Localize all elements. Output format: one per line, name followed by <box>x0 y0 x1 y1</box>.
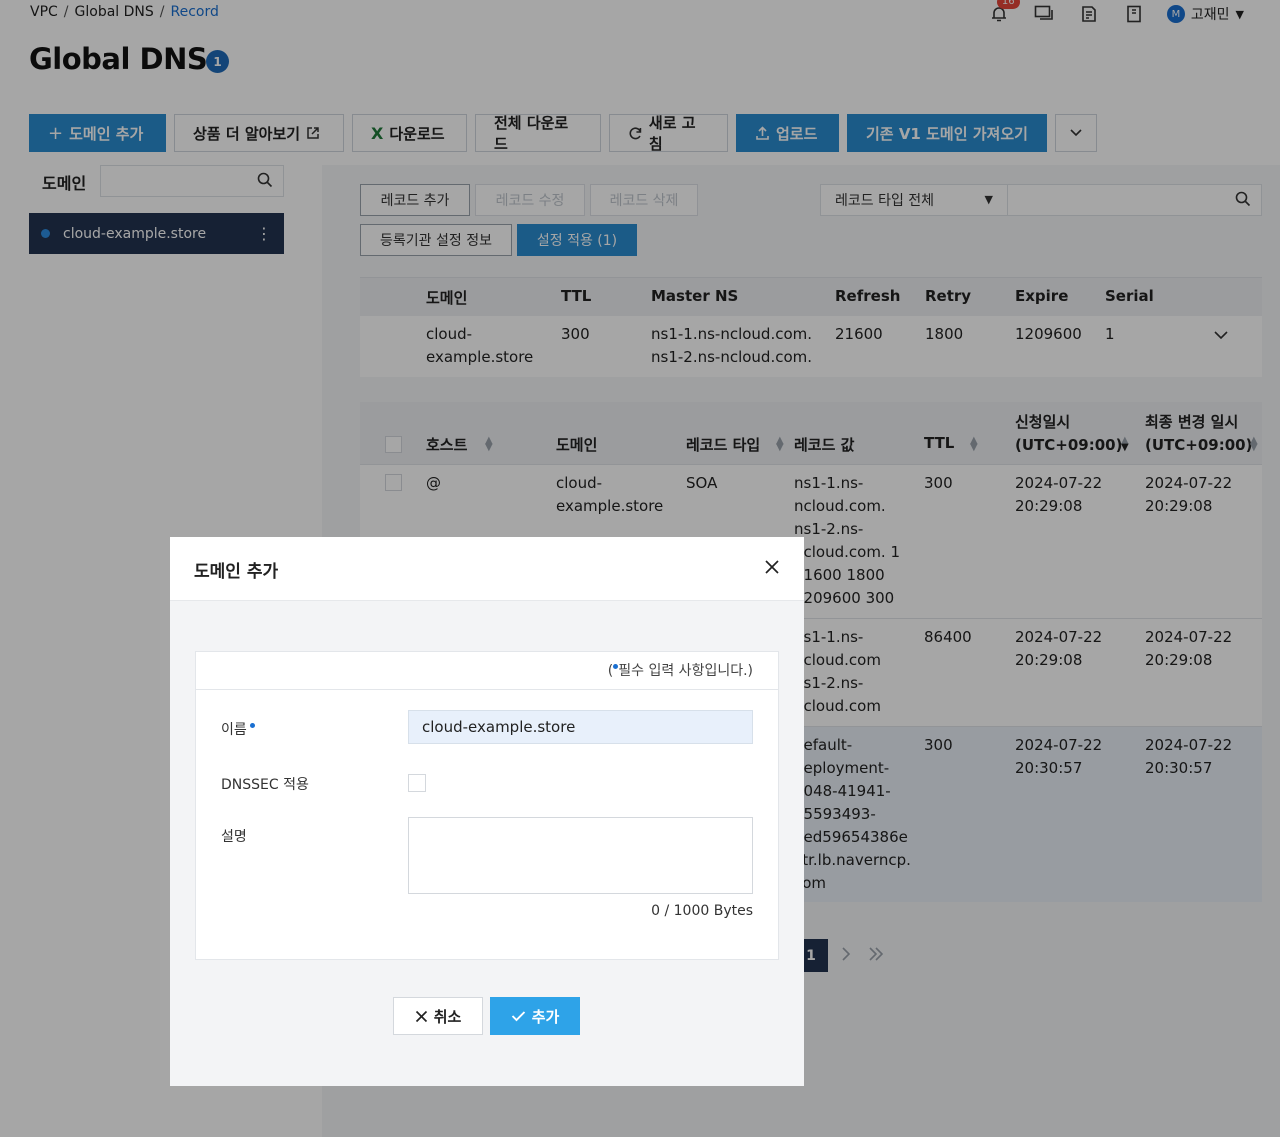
confirm-add-button[interactable]: 추가 <box>490 997 580 1035</box>
name-label-text: 이름 <box>221 722 247 738</box>
modal-title: 도메인 추가 <box>194 562 279 582</box>
modal-body: (필수 입력 사항입니다.) 이름 cloud-example.store DN… <box>170 601 804 1086</box>
form-card: (필수 입력 사항입니다.) 이름 cloud-example.store DN… <box>195 651 779 960</box>
byte-counter: 0 / 1000 Bytes <box>651 903 753 919</box>
close-icon <box>415 1010 427 1022</box>
required-dot-icon <box>249 723 255 729</box>
dnssec-label: DNSSEC 적용 <box>221 777 309 793</box>
close-icon[interactable] <box>762 557 782 577</box>
required-note: (필수 입력 사항입니다.) <box>608 660 753 680</box>
modal-header: 도메인 추가 <box>170 537 804 601</box>
divider <box>196 689 778 690</box>
check-icon <box>511 1011 525 1022</box>
description-label: 설명 <box>221 829 247 845</box>
dnssec-checkbox[interactable] <box>408 774 426 792</box>
name-input[interactable]: cloud-example.store <box>408 710 753 744</box>
confirm-label: 추가 <box>531 1007 560 1026</box>
cancel-label: 취소 <box>433 1007 462 1026</box>
name-label: 이름 <box>221 719 255 739</box>
description-textarea[interactable] <box>408 817 753 894</box>
required-note-text: 필수 입력 사항입니다.) <box>618 663 753 679</box>
add-domain-modal: 도메인 추가 (필수 입력 사항입니다.) 이름 cloud-example.s… <box>170 537 804 1086</box>
cancel-button[interactable]: 취소 <box>393 997 483 1035</box>
